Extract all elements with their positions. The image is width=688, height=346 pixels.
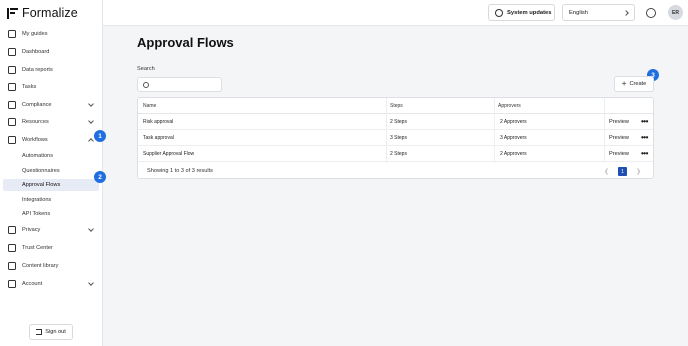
- sidebar-subitem-api-tokens[interactable]: API Tokens: [0, 208, 99, 220]
- sidebar-item-privacy[interactable]: Privacy: [0, 222, 102, 238]
- sparkle-icon: [8, 136, 16, 144]
- language-select[interactable]: English: [562, 4, 635, 21]
- cell-steps: 3 Steps: [390, 134, 407, 141]
- plus-icon: +: [621, 79, 627, 88]
- document-icon: [8, 66, 16, 74]
- sidebar-subitem-integrations[interactable]: Integrations: [0, 194, 99, 206]
- chevron-right-icon: [623, 10, 629, 16]
- sign-out-icon: [36, 329, 43, 335]
- checklist-icon: [8, 83, 16, 91]
- shield-icon: [8, 244, 16, 252]
- sign-out-label: Sign out: [45, 329, 66, 335]
- user-settings-icon: [8, 280, 16, 288]
- sign-out-button[interactable]: Sign out: [29, 324, 73, 340]
- sidebar-item-dashboard[interactable]: Dashboard: [0, 44, 102, 60]
- create-button[interactable]: + Create: [614, 76, 654, 92]
- cell-approvers: 2 Approvers: [500, 150, 527, 157]
- cell-name: Risk approval: [143, 118, 174, 125]
- sidebar-subitem-approval-flows[interactable]: Approval Flows: [3, 179, 99, 191]
- sidebar-item-account[interactable]: Account: [0, 276, 102, 292]
- chevron-down-icon: [88, 226, 94, 232]
- cell-approvers: 2 Approvers: [500, 118, 527, 125]
- page-button-current[interactable]: 1: [617, 167, 627, 176]
- sidebar-item-label: Workflows: [22, 137, 48, 143]
- folder-icon: [8, 101, 16, 109]
- column-header-approvers[interactable]: Approvers: [498, 98, 521, 113]
- sidebar-item-label: Tasks: [22, 84, 37, 90]
- chevron-up-icon: [88, 138, 94, 144]
- cell-name: Task approval: [143, 134, 174, 141]
- step-badge-1: 1: [94, 130, 106, 142]
- sidebar-item-label: Content library: [22, 263, 59, 269]
- sidebar-item-label: Trust Center: [22, 245, 53, 251]
- sidebar-item-trust-center[interactable]: Trust Center: [0, 240, 102, 256]
- step-badge-2: 2: [94, 171, 106, 183]
- approval-flows-table: Name Steps Approvers Risk approval 2 Ste…: [137, 97, 654, 179]
- system-updates-label: System updates: [507, 9, 552, 16]
- preview-button[interactable]: Preview: [609, 146, 629, 161]
- search-label: Search: [137, 66, 155, 72]
- sidebar-item-resources[interactable]: Resources: [0, 114, 102, 130]
- sidebar-item-content-library[interactable]: Content library: [0, 258, 102, 274]
- sidebar-subitem-questionnaires[interactable]: Questionnaires: [0, 165, 99, 177]
- table-row[interactable]: Supplier Approval Flow 2 Steps 2 Approve…: [138, 146, 653, 162]
- sidebar-item-label: Account: [22, 281, 43, 287]
- more-options-icon[interactable]: •••: [641, 114, 648, 129]
- avatar[interactable]: ER: [668, 5, 683, 20]
- sidebar: Formalize My guides Dashboard Data repor…: [0, 0, 103, 346]
- search-field[interactable]: [137, 77, 222, 92]
- cell-steps: 2 Steps: [390, 118, 407, 125]
- preview-button[interactable]: Preview: [609, 114, 629, 129]
- sidebar-item-data-reports[interactable]: Data reports: [0, 62, 102, 78]
- search-input[interactable]: [152, 80, 218, 90]
- grid-icon: [8, 118, 16, 126]
- create-label: Create: [629, 81, 647, 87]
- clock-icon: [495, 8, 503, 17]
- sidebar-item-workflows[interactable]: Workflows: [0, 132, 102, 148]
- logo[interactable]: Formalize: [7, 6, 78, 20]
- sidebar-item-label: Data reports: [22, 67, 53, 73]
- sidebar-item-label: My guides: [22, 31, 48, 37]
- system-updates-button[interactable]: System updates: [488, 4, 555, 21]
- more-options-icon[interactable]: •••: [641, 130, 648, 145]
- search-icon: [143, 82, 149, 88]
- previous-page-icon[interactable]: ❮: [604, 168, 609, 175]
- column-header-name[interactable]: Name: [143, 98, 156, 113]
- sidebar-item-label: Compliance: [22, 102, 52, 108]
- cell-name: Supplier Approval Flow: [143, 150, 195, 157]
- more-options-icon[interactable]: •••: [641, 146, 648, 161]
- language-value: English: [569, 9, 589, 16]
- home-icon: [8, 48, 16, 56]
- sidebar-subitem-automations[interactable]: Automations: [0, 150, 99, 162]
- table-header: Name Steps Approvers: [138, 98, 653, 114]
- check-circle-icon[interactable]: [646, 8, 656, 18]
- cell-steps: 2 Steps: [390, 150, 407, 157]
- cell-approvers: 3 Approvers: [500, 134, 527, 141]
- cursor-icon: [8, 30, 16, 38]
- sidebar-item-label: Dashboard: [22, 49, 50, 55]
- next-page-icon[interactable]: ❯: [636, 168, 641, 175]
- column-header-steps[interactable]: Steps: [390, 98, 403, 113]
- chevron-down-icon: [88, 280, 94, 286]
- top-bar: System updates English ER: [103, 0, 688, 26]
- chevron-down-icon: [88, 118, 94, 124]
- sidebar-item-label: Privacy: [22, 227, 41, 233]
- pagination: ❮ 1 ❯: [604, 167, 641, 176]
- users-icon: [8, 226, 16, 234]
- logo-text: Formalize: [22, 6, 78, 20]
- formalize-logo-icon: [7, 7, 18, 19]
- sidebar-item-my-guides[interactable]: My guides: [0, 26, 102, 42]
- page-title: Approval Flows: [137, 35, 234, 50]
- sidebar-item-label: Resources: [22, 119, 49, 125]
- table-footer: Showing 1 to 3 of 3 results ❮ 1 ❯: [138, 163, 653, 178]
- sidebar-item-compliance[interactable]: Compliance: [0, 97, 102, 113]
- preview-button[interactable]: Preview: [609, 130, 629, 145]
- sidebar-item-tasks[interactable]: Tasks: [0, 79, 102, 95]
- results-summary: Showing 1 to 3 of 3 results: [147, 168, 213, 174]
- table-row[interactable]: Task approval 3 Steps 3 Approvers Previe…: [138, 130, 653, 146]
- book-icon: [8, 262, 16, 270]
- chevron-down-icon: [88, 101, 94, 107]
- table-row[interactable]: Risk approval 2 Steps 2 Approvers Previe…: [138, 114, 653, 130]
